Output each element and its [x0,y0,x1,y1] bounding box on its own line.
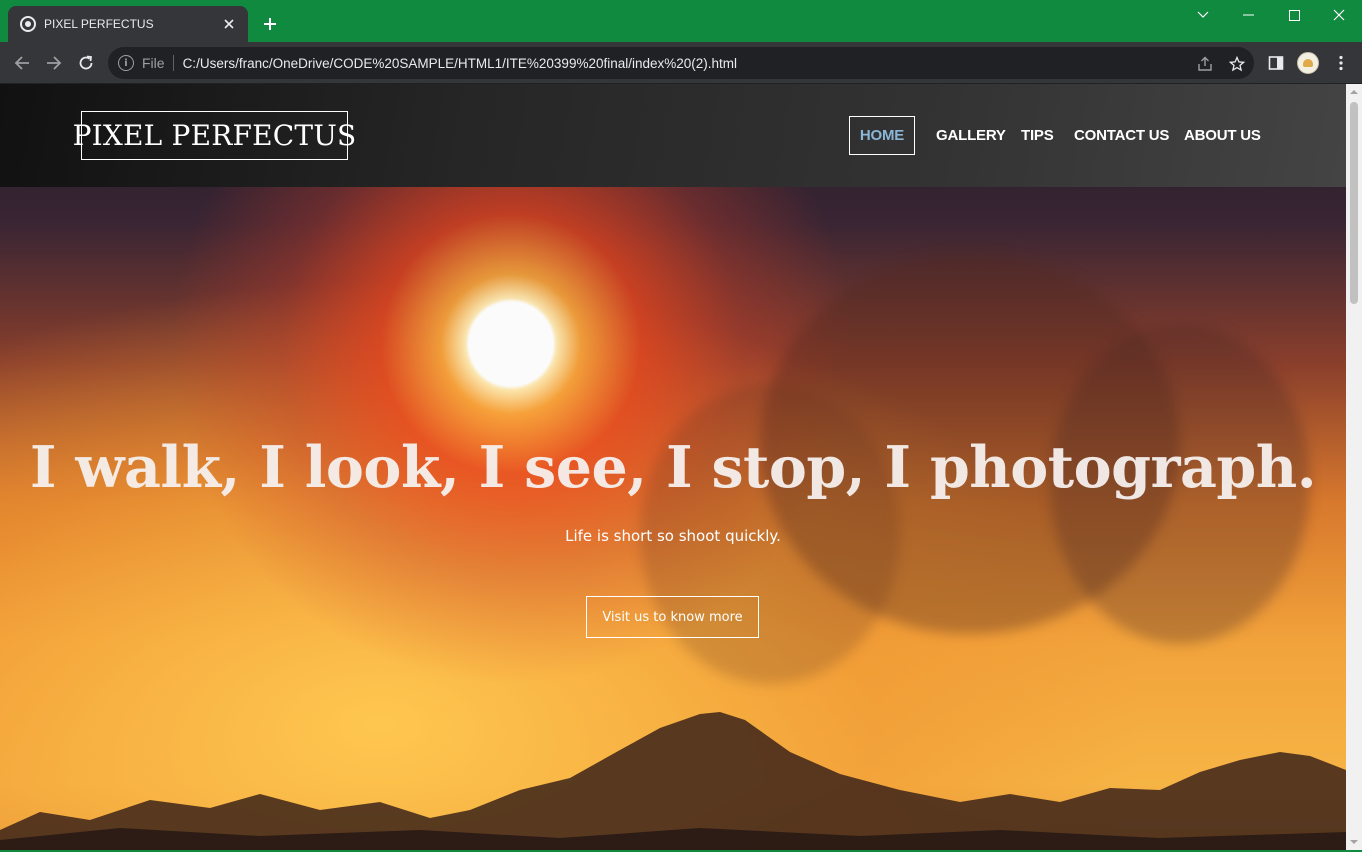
reload-icon[interactable] [74,51,98,75]
browser-toolbar: i File C:/Users/franc/OneDrive/CODE%20SA… [0,42,1362,84]
info-icon[interactable]: i [118,55,134,71]
side-panel-icon[interactable] [1265,52,1287,74]
nav-gallery[interactable]: GALLERY [936,116,1006,155]
browser-tab[interactable]: PIXEL PERFECTUS [8,6,248,42]
nav-contact-us[interactable]: CONTACT US [1074,116,1169,155]
visit-us-button[interactable]: Visit us to know more [586,596,759,638]
site-logo[interactable]: PIXEL PERFECTUS [73,111,356,160]
arrow-right-icon[interactable] [42,51,66,75]
avatar [1297,52,1319,74]
maximize-icon[interactable] [1271,0,1317,30]
url-text[interactable]: C:/Users/franc/OneDrive/CODE%20SAMPLE/HT… [183,56,737,71]
window-close-icon[interactable] [1316,0,1362,30]
scroll-up-icon[interactable] [1346,84,1362,100]
plus-icon[interactable] [258,12,282,36]
nav-home[interactable]: HOME [849,116,915,155]
scrollbar-thumb[interactable] [1350,102,1358,304]
kebab-menu-icon[interactable] [1330,52,1352,74]
arrow-left-icon[interactable] [10,51,34,75]
site-header: PIXEL PERFECTUS HOME GALLERY TIPS CONTAC… [0,84,1346,187]
share-icon[interactable] [1196,55,1214,73]
page-viewport: PIXEL PERFECTUS HOME GALLERY TIPS CONTAC… [0,84,1346,850]
omnibox-separator [172,55,174,71]
hero-subtitle: Life is short so shoot quickly. [565,527,781,545]
browser-title-bar: PIXEL PERFECTUS [0,0,1362,42]
mountain-silhouette [0,712,1346,850]
tab-title: PIXEL PERFECTUS [44,17,154,31]
star-icon[interactable] [1228,55,1246,73]
nav-about-us[interactable]: ABOUT US [1184,116,1261,155]
scroll-down-icon[interactable] [1346,834,1362,850]
profile-avatar[interactable] [1297,52,1319,74]
close-icon[interactable] [220,15,238,33]
omnibox-scheme-label: File [142,55,165,71]
vertical-scrollbar[interactable] [1346,84,1362,850]
chevron-down-icon[interactable] [1180,0,1226,30]
minimize-icon[interactable] [1225,0,1271,30]
hero-title: I walk, I look, I see, I stop, I photogr… [29,434,1317,501]
nav-tips[interactable]: TIPS [1021,116,1054,155]
address-bar[interactable]: i File C:/Users/franc/OneDrive/CODE%20SA… [108,47,1254,79]
globe-icon [20,16,36,32]
